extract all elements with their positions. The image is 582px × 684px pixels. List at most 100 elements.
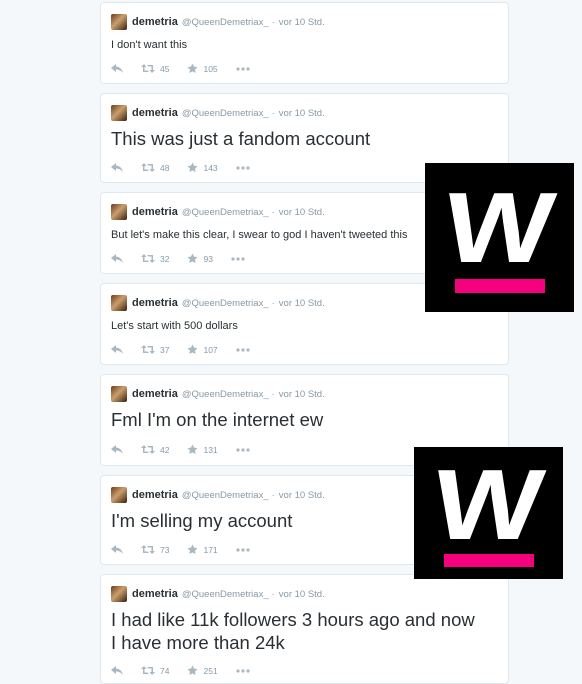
timestamp[interactable]: vor 10 Std.	[279, 490, 325, 501]
timestamp[interactable]: vor 10 Std.	[279, 17, 325, 28]
tweet-header: demetria @QueenDemetriax_ · vor 10 Std.	[111, 585, 325, 603]
reply-button[interactable]	[111, 445, 123, 454]
tweet-header: demetria @QueenDemetriax_ · vor 10 Std.	[111, 294, 325, 312]
retweet-count: 37	[160, 344, 170, 355]
retweet-count: 42	[160, 444, 170, 455]
timestamp[interactable]: vor 10 Std.	[279, 389, 325, 400]
tweet-header: demetria @QueenDemetriax_ · vor 10 Std.	[111, 13, 325, 31]
reply-icon	[111, 445, 123, 454]
favorite-button[interactable]: 105	[187, 63, 218, 74]
more-dots-icon	[236, 165, 250, 170]
favorite-button[interactable]: 131	[187, 444, 218, 455]
reply-icon	[111, 64, 123, 73]
avatar[interactable]	[111, 386, 127, 402]
more-button[interactable]	[236, 447, 250, 452]
tweet-actions: 42 131	[111, 444, 268, 455]
reply-icon	[111, 545, 123, 554]
user-handle[interactable]: @QueenDemetriax_	[182, 17, 269, 28]
retweet-button[interactable]: 48	[141, 163, 169, 173]
favorite-count: 131	[203, 444, 218, 455]
more-dots-icon	[236, 447, 250, 452]
display-name[interactable]: demetria	[132, 489, 178, 501]
retweet-button[interactable]: 73	[141, 545, 169, 555]
user-handle[interactable]: @QueenDemetriax_	[182, 108, 269, 119]
retweet-icon	[141, 163, 155, 172]
tweet-header: demetria @QueenDemetriax_ · vor 10 Std.	[111, 203, 325, 221]
tweet-text: Fml I'm on the internet ew	[111, 409, 324, 430]
user-handle[interactable]: @QueenDemetriax_	[182, 389, 269, 400]
tweet-text: Let's start with 500 dollars	[111, 320, 238, 332]
reply-button[interactable]	[111, 345, 123, 354]
favorite-count: 171	[203, 544, 218, 555]
retweet-button[interactable]: 32	[141, 254, 169, 264]
more-button[interactable]	[236, 165, 250, 170]
display-name[interactable]: demetria	[132, 588, 178, 600]
separator-dot: ·	[271, 588, 275, 600]
retweet-button[interactable]: 37	[141, 345, 169, 355]
tweet-text: This was just a fandom account	[111, 128, 371, 149]
timestamp[interactable]: vor 10 Std.	[279, 298, 325, 309]
star-icon	[187, 544, 199, 555]
watermark-logo: W	[425, 163, 574, 312]
avatar[interactable]	[111, 295, 127, 311]
tweet-text: I don't want this	[111, 39, 188, 51]
display-name[interactable]: demetria	[132, 206, 178, 218]
reply-icon	[111, 163, 123, 172]
user-handle[interactable]: @QueenDemetriax_	[182, 589, 269, 600]
more-button[interactable]	[236, 66, 250, 71]
reply-button[interactable]	[111, 254, 123, 263]
display-name[interactable]: demetria	[132, 107, 178, 119]
star-icon	[187, 344, 199, 355]
avatar[interactable]	[111, 105, 127, 121]
separator-dot: ·	[271, 388, 275, 400]
favorite-button[interactable]: 171	[187, 544, 218, 555]
reply-button[interactable]	[111, 64, 123, 73]
watermark-letter: W	[427, 448, 550, 561]
timestamp[interactable]: vor 10 Std.	[279, 108, 325, 119]
separator-dot: ·	[271, 16, 275, 28]
tweet-actions: 37 107	[111, 344, 268, 355]
avatar[interactable]	[111, 204, 127, 220]
display-name[interactable]: demetria	[132, 297, 178, 309]
separator-dot: ·	[271, 297, 275, 309]
avatar[interactable]	[111, 586, 127, 602]
avatar[interactable]	[111, 14, 127, 30]
reply-icon	[111, 345, 123, 354]
retweet-button[interactable]: 42	[141, 445, 169, 455]
display-name[interactable]: demetria	[132, 388, 178, 400]
favorite-count: 107	[203, 344, 218, 355]
retweet-button[interactable]: 45	[141, 64, 169, 74]
tweet-actions: 32 93	[111, 253, 263, 264]
tweet-text-line: I have more than 24k	[111, 632, 285, 653]
tweet-card[interactable]: demetria @QueenDemetriax_ · vor 10 Std. …	[100, 574, 509, 684]
more-button[interactable]	[236, 347, 250, 352]
reply-icon	[111, 254, 123, 263]
more-button[interactable]	[231, 256, 245, 261]
user-handle[interactable]: @QueenDemetriax_	[182, 207, 269, 218]
display-name[interactable]: demetria	[132, 16, 178, 28]
separator-dot: ·	[271, 489, 275, 501]
more-button[interactable]	[236, 547, 250, 552]
retweet-icon	[141, 445, 155, 454]
favorite-button[interactable]: 143	[187, 162, 218, 173]
timestamp[interactable]: vor 10 Std.	[279, 589, 325, 600]
favorite-count: 105	[203, 63, 218, 74]
timestamp[interactable]: vor 10 Std.	[279, 207, 325, 218]
watermark-logo: W	[414, 447, 563, 579]
more-dots-icon	[236, 547, 250, 552]
retweet-icon	[141, 545, 155, 554]
star-icon	[187, 162, 199, 173]
reply-button[interactable]	[111, 545, 123, 554]
tweet-card[interactable]: demetria @QueenDemetriax_ · vor 10 Std. …	[100, 2, 509, 84]
reply-button[interactable]	[111, 163, 123, 172]
tweet-text: But let's make this clear, I swear to go…	[111, 229, 408, 241]
retweet-count: 73	[160, 544, 170, 555]
more-dots-icon	[231, 256, 245, 261]
watermark-letter: W	[438, 171, 561, 284]
user-handle[interactable]: @QueenDemetriax_	[182, 490, 269, 501]
user-handle[interactable]: @QueenDemetriax_	[182, 298, 269, 309]
favorite-button[interactable]: 93	[187, 253, 213, 264]
star-icon	[187, 253, 199, 264]
favorite-button[interactable]: 107	[187, 344, 218, 355]
avatar[interactable]	[111, 487, 127, 503]
